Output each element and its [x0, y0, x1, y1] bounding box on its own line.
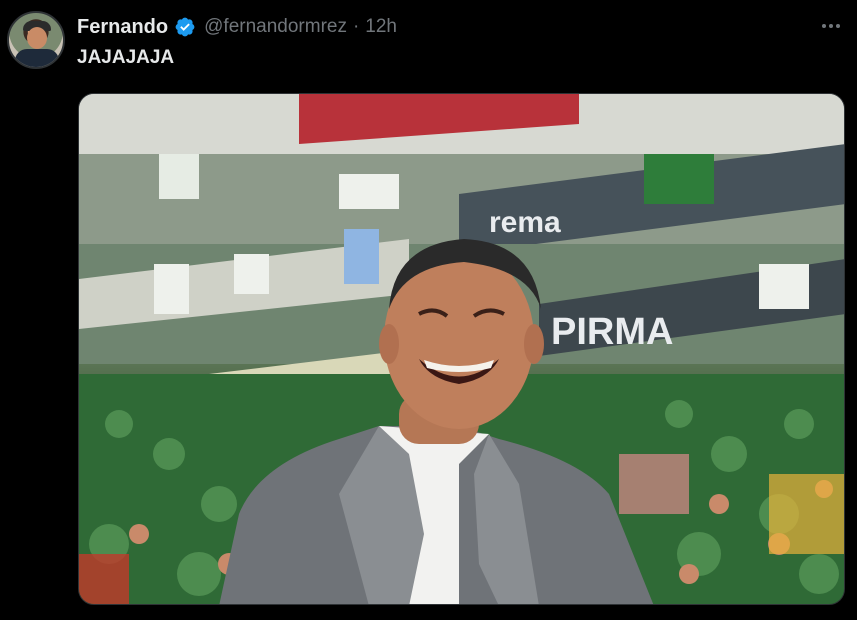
author-name[interactable]: Fernando: [77, 16, 168, 39]
club-flag-3: [154, 264, 189, 314]
tweet-photo[interactable]: rema PIRMA: [78, 93, 845, 605]
subject-ear-right: [524, 324, 544, 364]
club-flag-2: [339, 174, 399, 209]
avatar-body: [15, 49, 59, 67]
club-flag-1: [159, 154, 199, 199]
green-flag: [644, 154, 714, 204]
tweet-header: Fernando @fernandormrez · 12h: [77, 14, 397, 40]
more-dot: [829, 24, 833, 28]
red-shirt-fan: [79, 554, 129, 604]
tweet-text: JAJAJAJA: [77, 47, 175, 68]
avatar-face: [27, 27, 47, 49]
more-dot: [836, 24, 840, 28]
banner-text-rema: rema: [489, 206, 561, 239]
author-avatar[interactable]: [7, 11, 65, 69]
club-flag-5: [759, 264, 809, 309]
more-options-icon[interactable]: [819, 16, 843, 36]
club-flag-4: [234, 254, 269, 294]
blue-flag: [344, 229, 379, 284]
separator-dot: ·: [352, 16, 360, 37]
subject-ear-left: [379, 324, 399, 364]
banner-text-pirma: PIRMA: [551, 311, 673, 353]
more-dot: [822, 24, 826, 28]
pink-shirt-fan: [619, 454, 689, 514]
photo-scene: rema PIRMA: [79, 94, 844, 604]
author-handle[interactable]: @fernandormrez: [204, 16, 347, 38]
yellow-shirt-fan: [769, 474, 844, 554]
verified-badge-icon[interactable]: [174, 16, 196, 38]
tweet-timestamp[interactable]: 12h: [365, 16, 397, 38]
